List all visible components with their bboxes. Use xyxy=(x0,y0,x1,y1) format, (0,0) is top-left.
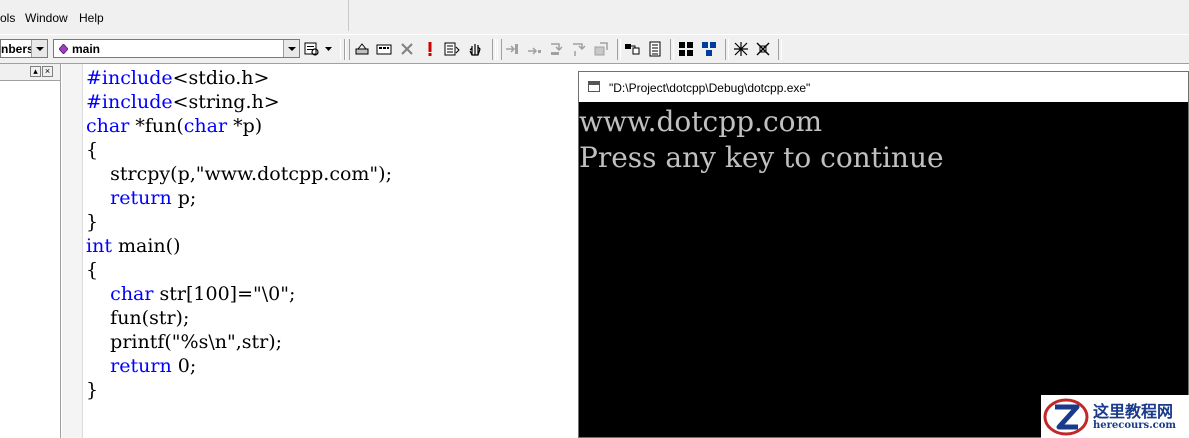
watermark-chinese-text: 这里教程网 xyxy=(1093,402,1174,421)
code-text: <stdio.h> xyxy=(172,67,270,89)
call-stack-icon[interactable] xyxy=(733,41,749,57)
code-keyword: char xyxy=(183,115,228,137)
execute-icon[interactable] xyxy=(422,41,438,57)
code-text: fun(str); xyxy=(86,307,190,329)
step-over-icon[interactable] xyxy=(526,41,542,57)
watermark-z-logo-icon xyxy=(1043,398,1089,436)
members-combo-arrow-icon[interactable] xyxy=(31,40,47,57)
code-keyword: return xyxy=(110,187,172,209)
code-line[interactable]: fun(str); xyxy=(86,306,392,330)
code-keyword: return xyxy=(110,355,172,377)
memory-icon[interactable] xyxy=(701,41,717,57)
code-keyword: char xyxy=(86,115,130,137)
wizard-action-icon[interactable] xyxy=(304,41,320,57)
stop-build-icon[interactable] xyxy=(399,41,415,57)
code-line[interactable]: #include<stdio.h> xyxy=(86,66,392,90)
variables-icon[interactable] xyxy=(647,41,663,57)
function-combo[interactable]: main xyxy=(53,39,300,58)
watch-icon[interactable] xyxy=(624,41,640,57)
build-icon[interactable] xyxy=(376,41,392,57)
code-text: main() xyxy=(111,235,181,257)
toolbar-grip[interactable] xyxy=(345,39,350,60)
menu-window[interactable]: Window xyxy=(25,11,68,25)
wizard-dropdown-icon[interactable] xyxy=(325,47,332,51)
code-editor[interactable]: #include<stdio.h> #include<string.h> char … xyxy=(62,64,579,438)
code-line[interactable]: { xyxy=(86,138,392,162)
code-keyword: char xyxy=(110,283,154,305)
step-out-icon[interactable] xyxy=(548,41,564,57)
insert-breakpoint-icon[interactable] xyxy=(467,41,483,57)
code-text: } xyxy=(86,211,99,233)
code-text: *fun( xyxy=(129,115,184,137)
menu-bar: ols Window Help xyxy=(0,0,1189,34)
code-text: } xyxy=(86,379,99,401)
compile-icon[interactable] xyxy=(354,41,370,57)
code-text: p; xyxy=(171,187,197,209)
code-keyword: int xyxy=(86,235,112,257)
console-titlebar[interactable]: "D:\Project\dotcpp\Debug\dotcpp.exe" xyxy=(579,72,1188,102)
console-output-line: www.dotcpp.com xyxy=(579,105,823,138)
code-line[interactable]: { xyxy=(86,258,392,282)
code-line[interactable]: char str[100]="\0"; xyxy=(86,282,392,306)
menu-tools[interactable]: ols xyxy=(0,11,15,25)
workspace-pane-header: ▴ × xyxy=(0,64,60,81)
run-to-cursor-icon[interactable] xyxy=(570,41,586,57)
toolbar-separator xyxy=(492,39,496,60)
editor-gutter[interactable] xyxy=(62,64,83,438)
code-line[interactable]: int main() xyxy=(86,234,392,258)
toolbar-grip[interactable] xyxy=(497,39,502,60)
code-line[interactable]: printf("%s\n",str); xyxy=(86,330,392,354)
members-combo[interactable]: nbers xyxy=(0,39,48,58)
code-line[interactable]: return 0; xyxy=(86,354,392,378)
code-line[interactable]: return p; xyxy=(86,186,392,210)
menu-help[interactable]: Help xyxy=(79,11,104,25)
toolbar-separator xyxy=(617,39,621,60)
menu-strip: ols Window Help xyxy=(0,0,349,31)
code-line[interactable]: } xyxy=(86,378,392,402)
code-text: strcpy(p,"www.dotcpp.com"); xyxy=(86,163,392,185)
members-combo-value: nbers xyxy=(1,42,34,56)
code-line[interactable]: } xyxy=(86,210,392,234)
toolbar-separator xyxy=(670,39,674,60)
code-text: <string.h> xyxy=(172,91,280,113)
console-title: "D:\Project\dotcpp\Debug\dotcpp.exe" xyxy=(609,81,811,95)
code-keyword: #include xyxy=(86,67,173,89)
code-line[interactable]: strcpy(p,"www.dotcpp.com"); xyxy=(86,162,392,186)
toolbar-separator xyxy=(778,39,782,60)
pane-close-icon[interactable]: × xyxy=(42,66,53,77)
code-line[interactable]: #include<string.h> xyxy=(86,90,392,114)
step-into-icon[interactable] xyxy=(504,41,520,57)
code-text: { xyxy=(86,139,99,161)
function-diamond-icon xyxy=(59,44,68,54)
code-text: str[100]="\0"; xyxy=(153,283,296,305)
disassembly-icon[interactable] xyxy=(755,41,771,57)
function-combo-arrow-icon[interactable] xyxy=(283,40,299,57)
quick-watch-icon[interactable] xyxy=(593,41,609,57)
pane-restore-icon[interactable]: ▴ xyxy=(30,66,41,77)
function-combo-value: main xyxy=(72,42,101,56)
console-output-line: Press any key to continue xyxy=(579,141,944,174)
registers-icon[interactable] xyxy=(678,41,694,57)
console-output: www.dotcpp.com Press any key to continue xyxy=(579,104,944,176)
go-icon[interactable] xyxy=(444,41,460,57)
toolbar: nbers main xyxy=(0,34,1189,64)
watermark-domain-text: herecours.com xyxy=(1093,420,1177,431)
workspace-pane[interactable]: ▴ × xyxy=(0,64,61,438)
code-text: 0; xyxy=(171,355,197,377)
code-keyword: #include xyxy=(86,91,173,113)
code-text: *p) xyxy=(227,115,263,137)
source-code[interactable]: #include<stdio.h> #include<string.h> char … xyxy=(86,66,392,402)
code-line[interactable]: char *fun(char *p) xyxy=(86,114,392,138)
console-window[interactable]: "D:\Project\dotcpp\Debug\dotcpp.exe" www… xyxy=(578,71,1189,438)
watermark-logo: 这里教程网 herecours.com xyxy=(1041,395,1189,438)
code-text: printf("%s\n",str); xyxy=(86,331,283,353)
code-text: { xyxy=(86,259,99,281)
toolbar-separator xyxy=(725,39,729,60)
console-app-icon[interactable] xyxy=(588,81,600,92)
